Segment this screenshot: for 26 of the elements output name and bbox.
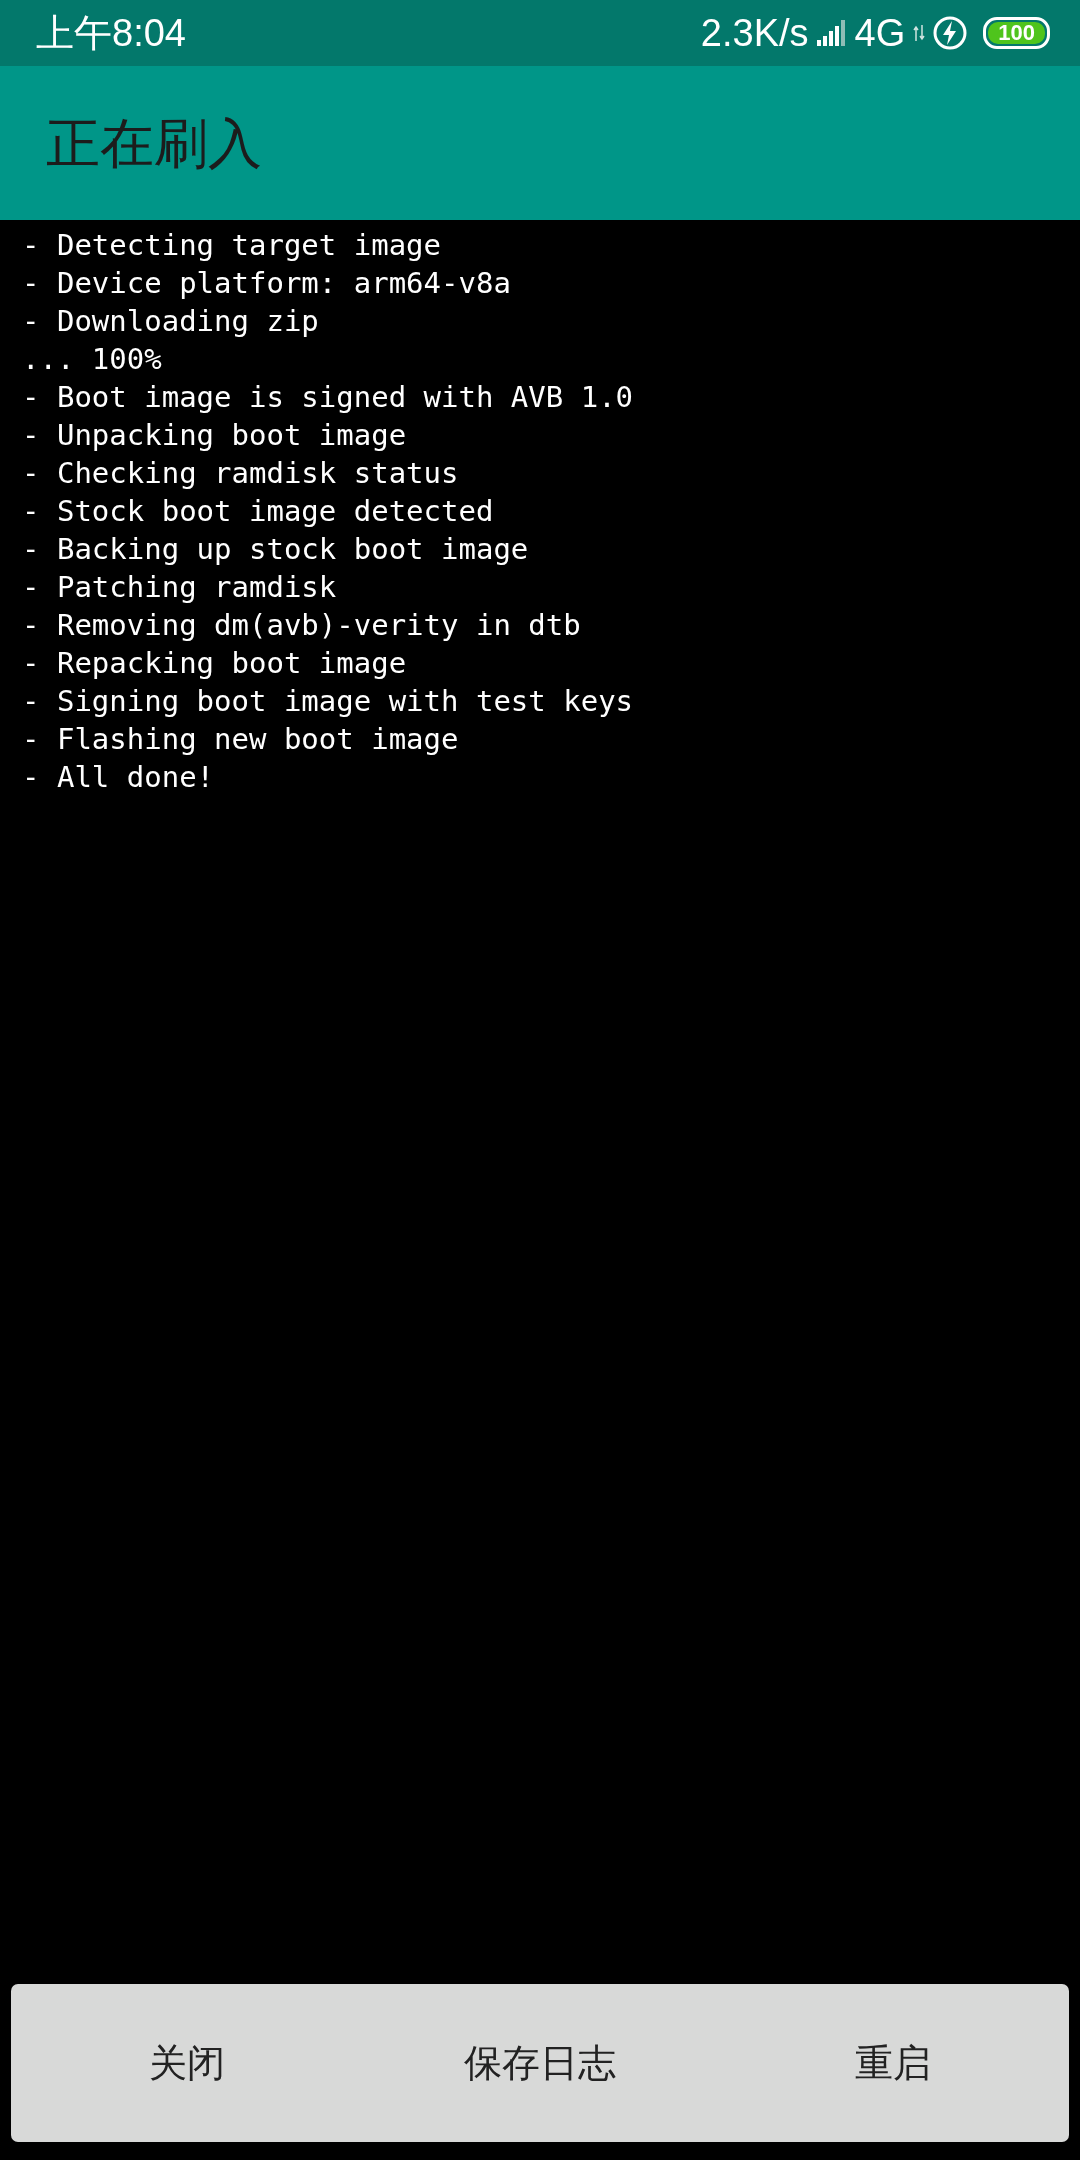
log-line: - Checking ramdisk status [22, 455, 460, 492]
status-time: 上午8:04 [36, 10, 186, 56]
log-line: - Stock boot image detected [22, 493, 495, 530]
charging-icon [933, 16, 968, 50]
log-line: - Backing up stock boot image [22, 531, 530, 568]
network-speed: 2.3K/s [700, 10, 809, 56]
log-line: - Unpacking boot image [22, 417, 408, 454]
battery-level: 100 [988, 22, 1045, 44]
data-arrows-icon [913, 25, 926, 41]
app-bar-title: 正在刷入 [46, 110, 262, 177]
signal-icon [816, 20, 847, 46]
log-line: - Repacking boot image [22, 645, 408, 682]
log-line: - Detecting target image [22, 227, 443, 264]
log-line: - Removing dm(avb)-verity in dtb [22, 607, 582, 644]
log-line: - Patching ramdisk [22, 569, 338, 606]
action-button[interactable]: 重启 [716, 1984, 1069, 2142]
log-line: ... 100% [22, 341, 163, 378]
log-line: - Flashing new boot image [22, 721, 460, 758]
log-line: - Boot image is signed with AVB 1.0 [22, 379, 635, 416]
network-type: 4G [854, 10, 906, 56]
log-line: - Device platform: arm64-v8a [22, 265, 512, 302]
log-line: - Signing boot image with test keys [22, 683, 635, 720]
action-button[interactable]: 保存日志 [363, 1984, 717, 2142]
log-line: - Downloading zip [22, 303, 320, 340]
log-line: - All done! [22, 759, 216, 796]
action-button[interactable]: 关闭 [11, 1984, 364, 2142]
